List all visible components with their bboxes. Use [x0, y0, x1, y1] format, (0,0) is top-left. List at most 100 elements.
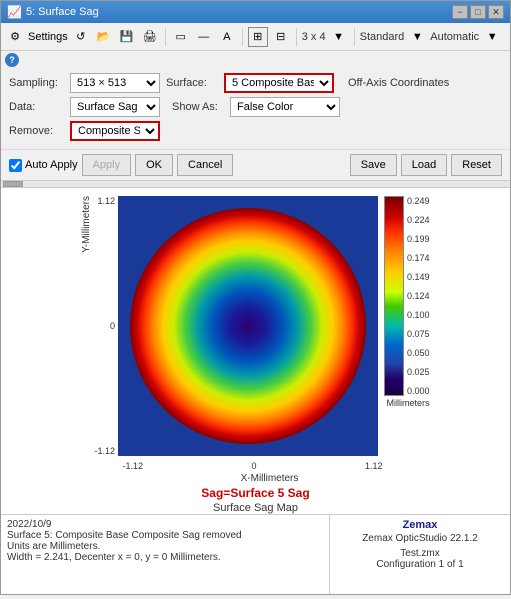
auto-apply-label: Auto Apply [25, 159, 78, 171]
zemax-company: Zemax [336, 519, 504, 531]
surface-select[interactable]: 5 Composite Bas [224, 73, 334, 93]
control-row-3: Remove: Composite Sag [9, 121, 502, 141]
info-line-4: Width = 2.241, Decenter x = 0, y = 0 Mil… [7, 552, 323, 563]
grid-icon[interactable]: ⊞ [248, 27, 268, 47]
refresh-icon[interactable]: ↺ [71, 27, 91, 47]
colorbar: 0.249 0.224 0.199 0.174 0.149 0.124 0.10… [384, 196, 430, 459]
print-icon[interactable]: 🖨 [140, 27, 160, 47]
colorbar-unit: Millimeters [387, 398, 430, 408]
grid-menu-icon[interactable]: ▼ [329, 27, 349, 47]
info-line-1: Surface 5: Composite Base Composite Sag … [7, 530, 323, 541]
y-tick-mid: 0 [94, 321, 115, 331]
chart-container: Y-Millimeters 1.12 0 -1.12 [1, 188, 510, 514]
cb-val-2: 0.199 [407, 234, 430, 244]
y-ticks: 1.12 0 -1.12 [94, 196, 118, 456]
show-as-label: Show As: [172, 101, 224, 113]
cb-val-5: 0.124 [407, 291, 430, 301]
chart-area: Y-Millimeters 1.12 0 -1.12 [71, 196, 439, 471]
cb-val-1: 0.224 [407, 215, 430, 225]
info-area: 2022/10/9 Surface 5: Composite Base Comp… [1, 514, 510, 594]
buttons-row: Auto Apply Apply OK Cancel Save Load Res… [1, 149, 510, 180]
apply-button[interactable]: Apply [82, 154, 132, 176]
remove-label: Remove: [9, 125, 64, 137]
colorbar-row: 0.249 0.224 0.199 0.174 0.149 0.124 0.10… [378, 196, 430, 459]
info-line-2: Units are Millimeters. [7, 541, 323, 552]
y-axis-label: Y-Millimeters [81, 196, 92, 273]
maximize-button[interactable]: □ [470, 5, 486, 19]
x-ticks: -1.12 0 1.12 [122, 459, 382, 471]
window-title: 5: Surface Sag [26, 6, 99, 18]
zemax-product: Zemax OpticStudio 22.1.2 [336, 533, 504, 544]
show-as-select[interactable]: False Color [230, 97, 340, 117]
main-window: 📈 5: Surface Sag − □ ✕ ⚙ Settings ↺ 📂 💾 … [0, 0, 511, 595]
cb-val-0: 0.249 [407, 196, 430, 206]
save-button[interactable]: Save [350, 154, 397, 176]
false-color-plot [118, 196, 378, 459]
standard-menu-icon[interactable]: ▼ [407, 27, 427, 47]
x-axis-label: X-Millimeters [140, 473, 400, 484]
text-icon[interactable]: A [217, 27, 237, 47]
cb-val-3: 0.174 [407, 253, 430, 263]
open-icon[interactable]: 📂 [94, 27, 114, 47]
sampling-label: Sampling: [9, 77, 64, 89]
cb-val-9: 0.025 [407, 367, 430, 377]
auto-apply-checkbox-label[interactable]: Auto Apply [9, 159, 78, 172]
help-row: ? [1, 51, 510, 69]
control-row-1: Sampling: 513 × 513 Surface: 5 Composite… [9, 73, 502, 93]
load-button[interactable]: Load [401, 154, 447, 176]
chart-subtitle: Surface Sag Map [1, 502, 510, 514]
y-tick-min: -1.12 [94, 446, 115, 456]
x-tick-min: -1.12 [122, 461, 143, 471]
select-icon[interactable]: ▭ [171, 27, 191, 47]
minimize-button[interactable]: − [452, 5, 468, 19]
chart-svg [118, 196, 378, 456]
zemax-file: Test.zmx [336, 548, 504, 559]
y-tick-max: 1.12 [94, 196, 115, 206]
cb-val-7: 0.075 [407, 329, 430, 339]
save-icon[interactable]: 💾 [117, 27, 137, 47]
zemax-config: Configuration 1 of 1 [336, 559, 504, 570]
reset-button[interactable]: Reset [451, 154, 502, 176]
cb-val-6: 0.100 [407, 310, 430, 320]
auto-apply-checkbox[interactable] [9, 159, 22, 172]
title-bar-left: 📈 5: Surface Sag [7, 5, 99, 19]
automatic-menu-icon[interactable]: ▼ [482, 27, 502, 47]
grid-size-label: 3 x 4 [302, 31, 326, 43]
close-button[interactable]: ✕ [488, 5, 504, 19]
chart-inner: 1.12 0 -1.12 [94, 196, 429, 459]
x-tick-max: 1.12 [365, 461, 383, 471]
x-tick-mid: 0 [251, 461, 256, 471]
colorbar-labels: 0.249 0.224 0.199 0.174 0.149 0.124 0.10… [407, 196, 430, 396]
window-icon: 📈 [7, 5, 22, 19]
title-bar: 📈 5: Surface Sag − □ ✕ [1, 1, 510, 23]
data-label: Data: [9, 101, 64, 113]
ok-button[interactable]: OK [135, 154, 173, 176]
colorbar-gradient [384, 196, 404, 396]
info-left: 2022/10/9 Surface 5: Composite Base Comp… [1, 515, 330, 594]
line-icon[interactable]: — [194, 27, 214, 47]
table-icon[interactable]: ⊟ [271, 27, 291, 47]
cb-val-10: 0.000 [407, 386, 430, 396]
automatic-label: Automatic [430, 31, 479, 43]
info-line-0: 2022/10/9 [7, 519, 323, 530]
remove-select[interactable]: Composite Sag [70, 121, 160, 141]
sag-title: Sag=Surface 5 Sag [201, 486, 309, 500]
cb-val-8: 0.050 [407, 348, 430, 358]
standard-label: Standard [360, 31, 405, 43]
surface-label: Surface: [166, 77, 218, 89]
controls-area: Sampling: 513 × 513 Surface: 5 Composite… [1, 69, 510, 149]
help-icon[interactable]: ? [5, 53, 19, 67]
cancel-button[interactable]: Cancel [177, 154, 233, 176]
info-right: Zemax Zemax OpticStudio 22.1.2 Test.zmx … [330, 515, 510, 594]
control-row-2: Data: Surface Sag Show As: False Color [9, 97, 502, 117]
data-select[interactable]: Surface Sag [70, 97, 160, 117]
sampling-select[interactable]: 513 × 513 [70, 73, 160, 93]
toolbar: ⚙ Settings ↺ 📂 💾 🖨 ▭ — A ⊞ ⊟ 3 x 4 ▼ Sta… [1, 23, 510, 51]
title-bar-buttons: − □ ✕ [452, 5, 504, 19]
off-axis-label: Off-Axis Coordinates [348, 77, 449, 89]
settings-icon[interactable]: ⚙ [5, 27, 25, 47]
chart-with-ticks: 1.12 0 -1.12 [94, 196, 429, 471]
cb-val-4: 0.149 [407, 272, 430, 282]
scrollbar-area[interactable] [1, 180, 510, 188]
settings-label: Settings [28, 31, 68, 43]
